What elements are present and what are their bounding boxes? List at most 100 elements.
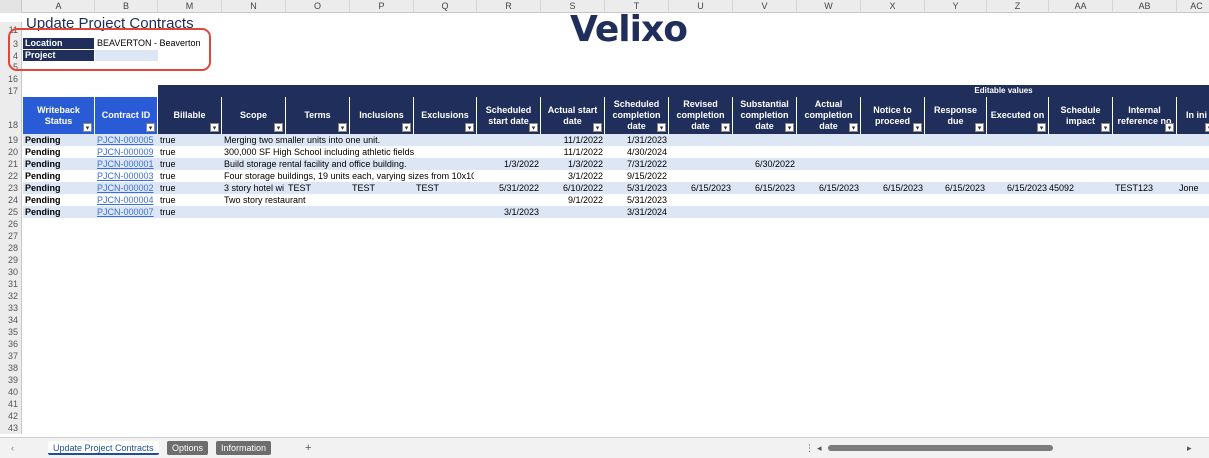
cell-impact[interactable] [1049,206,1113,218]
cell-terms[interactable] [286,194,350,206]
cell-impact[interactable] [1049,146,1113,158]
cell-incl[interactable] [350,134,414,146]
cell-act-comp[interactable] [797,194,861,206]
row-number[interactable]: 32 [0,290,22,302]
cell-sched-start[interactable] [477,194,541,206]
column-header-ac[interactable]: AC [1177,0,1209,13]
cell-rev[interactable] [669,146,733,158]
cell-ini[interactable] [1177,146,1209,158]
cell-resp[interactable]: 6/15/2023 [925,182,987,194]
filter-dropdown-icon[interactable]: ▾ [657,123,666,132]
cell-billable[interactable]: true [158,158,222,170]
cell-sched-start[interactable] [477,134,541,146]
filter-dropdown-icon[interactable]: ▾ [785,123,794,132]
cell-exec[interactable] [987,206,1049,218]
column-header-n[interactable]: N [222,0,286,13]
cell-subst[interactable] [733,146,797,158]
filter-dropdown-icon[interactable]: ▾ [1205,123,1209,132]
contract-id-link[interactable]: PJCN-000005 [95,134,158,146]
cell-excl[interactable] [414,158,477,170]
cell-subst[interactable]: 6/15/2023 [733,182,797,194]
cell-status[interactable]: Pending [23,134,95,146]
tab-nav-left-icon[interactable]: ‹ [6,441,19,455]
cell-status[interactable]: Pending [23,194,95,206]
column-header-o[interactable]: O [286,0,350,13]
cell-act-comp[interactable] [797,158,861,170]
cell-exec[interactable] [987,134,1049,146]
row-number[interactable]: 41 [0,398,22,410]
scroll-left-icon[interactable]: ◂ [812,441,827,455]
cell-sched-comp[interactable]: 3/31/2024 [605,206,669,218]
cell-exec[interactable] [987,170,1049,182]
cell-ref[interactable] [1113,194,1177,206]
cell-billable[interactable]: true [158,146,222,158]
contract-id-link[interactable]: PJCN-000009 [95,146,158,158]
scroll-right-icon[interactable]: ▸ [1182,441,1197,455]
cell-ini[interactable] [1177,134,1209,146]
filter-dropdown-icon[interactable]: ▾ [465,123,474,132]
column-header-y[interactable]: Y [925,0,987,13]
row-number[interactable]: 33 [0,302,22,314]
cell-exec[interactable] [987,146,1049,158]
cell-subst[interactable] [733,170,797,182]
cell-billable[interactable]: true [158,134,222,146]
cell-incl[interactable] [350,206,414,218]
row-number[interactable]: 17 [0,85,22,97]
cell-act-comp[interactable]: 6/15/2023 [797,182,861,194]
tab-information[interactable]: Information [216,441,272,455]
cell-incl[interactable] [350,146,414,158]
column-header-z[interactable]: Z [987,0,1049,13]
row-number[interactable]: 42 [0,410,22,422]
cell-rev[interactable] [669,206,733,218]
cell-terms[interactable]: TEST [286,182,350,194]
cell-status[interactable]: Pending [23,146,95,158]
contract-id-link[interactable]: PJCN-000004 [95,194,158,206]
cell-notice[interactable] [861,158,925,170]
column-header-w[interactable]: W [797,0,861,13]
cell-excl[interactable] [414,194,477,206]
row-number[interactable]: 16 [0,73,22,85]
row-number[interactable]: 23 [0,182,22,194]
filter-dropdown-icon[interactable]: ▾ [593,123,602,132]
filter-dropdown-icon[interactable]: ▾ [849,123,858,132]
cell-exec[interactable] [987,158,1049,170]
cell-notice[interactable] [861,206,925,218]
cell-resp[interactable] [925,194,987,206]
cell-resp[interactable] [925,206,987,218]
cell-terms[interactable] [286,146,350,158]
cell-rev[interactable] [669,158,733,170]
cell-ref[interactable]: TEST123 [1113,182,1177,194]
row-number[interactable]: 34 [0,314,22,326]
filter-dropdown-icon[interactable]: ▾ [721,123,730,132]
cell-notice[interactable] [861,146,925,158]
cell-excl[interactable] [414,134,477,146]
cell-impact[interactable] [1049,194,1113,206]
row-number[interactable]: 37 [0,350,22,362]
contract-id-link[interactable]: PJCN-000007 [95,206,158,218]
row-number[interactable]: 36 [0,338,22,350]
cell-sched-start[interactable] [477,146,541,158]
cell-subst[interactable] [733,206,797,218]
cell-exec[interactable] [987,194,1049,206]
cell-status[interactable]: Pending [23,158,95,170]
cell-notice[interactable]: 6/15/2023 [861,182,925,194]
cell-resp[interactable] [925,134,987,146]
row-number[interactable]: 28 [0,242,22,254]
cell-incl[interactable]: TEST [350,182,414,194]
filter-dropdown-icon[interactable]: ▾ [210,123,219,132]
filter-dropdown-icon[interactable]: ▾ [338,123,347,132]
row-number[interactable]: 39 [0,374,22,386]
column-header-m[interactable]: M [158,0,222,13]
cell-sched-comp[interactable]: 4/30/2024 [605,146,669,158]
row-number[interactable]: 27 [0,230,22,242]
cell-impact[interactable] [1049,170,1113,182]
cell-act-comp[interactable] [797,170,861,182]
cell-terms[interactable] [286,134,350,146]
cell-act-comp[interactable] [797,206,861,218]
contract-id-link[interactable]: PJCN-000001 [95,158,158,170]
cell-ini[interactable] [1177,194,1209,206]
cell-resp[interactable] [925,146,987,158]
row-number[interactable]: 21 [0,158,22,170]
row-number[interactable]: 18 [0,97,22,134]
cell-impact[interactable] [1049,134,1113,146]
